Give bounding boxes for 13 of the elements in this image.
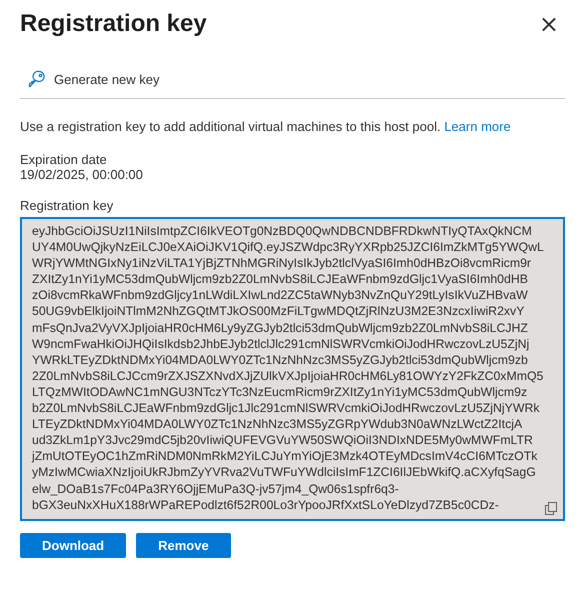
close-button[interactable]: ×	[532, 12, 565, 36]
expiration-value: 19/02/2025, 00:00:00	[20, 167, 144, 182]
expiration-label: Expiration date	[20, 152, 108, 167]
panel-title: Registration key	[20, 10, 207, 38]
learn-more-link[interactable]: Learn more	[444, 119, 511, 134]
key-field[interactable]: eyJhbGciOiJSUzI1NiIsImtpZCI6IkVEOTg0NzBDQ0QwNDBCNDBFRDkwNTIyQTAxQkNCM UY4M0UwQjkyNzEiLCJ0eXAiOiJKV1QifQ.eyJSZWdpc3RyYXRpb25JZCI6ImZkMTg5YWQwL WRjYWMtNGIxNy1iNzViLTA1YjBjZTNhMGRiNyIsIkJyb2tlclVyaSI6Imh0dHBzOi8vcmRicm9r ZXItZy1nYi1yMC53dmQubWljcm9zb2Z0LmNvbS8iLCJEaWFnbm9zdGljc1VyaSI6Imh0dHB zOi8vcmRkaWFnbm9zdGljcy1nLWdiLXIwLnd2ZC5taWNyb3NvZnQuY29tLyIsIkVuZHBvaW 50UG9vbElkIjoiNTlmM2NhZGQtMTJkOS00MzFiLTgwMDQtZjRlNzU3M2E3NzcxIiwiR2xvY mFsQnJva2VyVXJpIjoiaHR0cHM6Ly9yZGJyb2tlci53dmQubWljcm9zb2Z0LmNvbS8iLCJHZ W9ncmFwaHkiOiJHQiIsIkdsb2JhbEJyb2tlclJlc291cmNlSWRVcmkiOiJodHRwczovLzU5ZjNj YWRkLTEyZDktNDMxYi04MDA0LWY0ZTc1NzNhNzc3MS5yZGJyb2tlci53dmQubWljcm9zb 2Z0LmNvbS8iLCJCcm9rZXJSZXNvdXJjZUlkVXJpIjoiaHR0cHM6Ly81OWYzY2FkZC0xMmQ5 LTQzMWItODAwNC1mNGU3NTczYTc3NzEucmRicm9rZXItZy1nYi1yMC53dmQubWljcm9z b2Z0LmNvbS8iLCJEaWFnbm9zdGljc1Jlc291cmNlSWRVcmkiOiJodHRwczovLzU5ZjNjYWRk LTEyZDktNDMxYi04MDA0LWY0ZTc1NzNhNzc3MS5yZGRpYWdub3N0aWNzLWctZ2ItcjA ud3ZkLm1pY3Jvc29mdC5jb20vIiwiQUFEVGVuYW50SWQiOiI3NDIxNDE5My0wMWFmLTR jZmUtOTEyOC1hZmRiNDM0NmRkM2YiLCJuYmYiOjE3Mzk4OTEyMDcsImV4cCI6MTczOTk yMzIwMCwiaXNzIjoiUkRJbmZyYVRva2VuTWFuYWdlciIsImF1ZCI6IlJEbWkifQ.aCXyfqSagG elw_DOaB1s7Fc04Pa3RY6OjjEMuPa3Q-jv57jm4_Qw06s1spfr6q3- bGX3euNxXHuX188rWPaREPodlzt6f52R00Lo3rYpooJRfXxtSLoYeDlzyd7ZB5c0CDz-	[20, 217, 565, 521]
copy-icon[interactable]	[545, 502, 557, 515]
key-icon	[28, 70, 46, 88]
description-text: Use a registration key to add additional virtual machines to this host pool. Learn more	[20, 119, 512, 134]
key-label: Registration key	[20, 198, 114, 213]
generate-key-button[interactable]: Generate new key	[20, 68, 168, 90]
download-button[interactable]: Download	[20, 533, 126, 558]
remove-button[interactable]: Remove	[136, 533, 231, 558]
